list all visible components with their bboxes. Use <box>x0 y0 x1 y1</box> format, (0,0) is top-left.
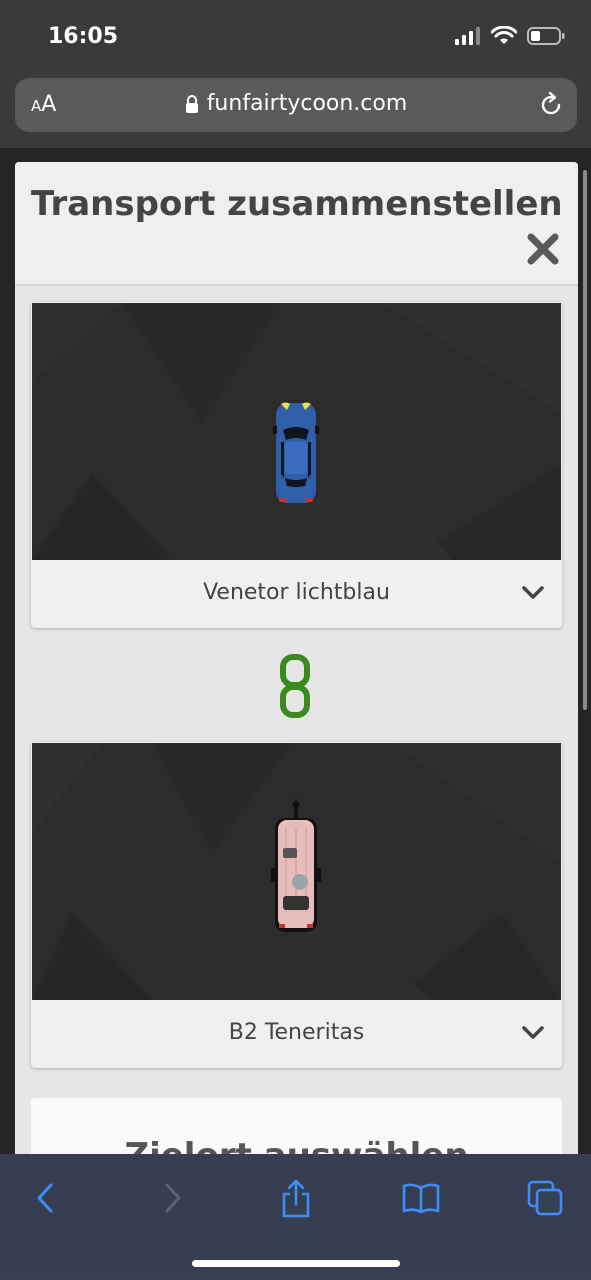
chain-link-icon <box>280 654 310 718</box>
close-icon[interactable] <box>526 232 560 266</box>
modal-title: Transport zusammenstellen <box>31 184 563 224</box>
forward-button[interactable] <box>148 1176 198 1220</box>
back-button[interactable] <box>20 1176 70 1220</box>
tabs-icon <box>527 1180 563 1216</box>
car-sprite <box>273 402 319 503</box>
status-time: 16:05 <box>48 24 119 49</box>
tabs-button[interactable] <box>521 1176 571 1220</box>
wifi-icon <box>491 26 517 44</box>
chevron-down-icon <box>522 586 544 599</box>
scrollbar[interactable] <box>583 170 587 710</box>
vehicle-card-trailer: B2 Teneritas <box>31 742 562 1068</box>
share-button[interactable] <box>271 1176 321 1220</box>
chevron-right-icon <box>165 1183 181 1213</box>
trailer-sprite <box>271 798 321 932</box>
destination-section: Zielort auswählen <box>31 1098 562 1154</box>
modal-header: Transport zusammenstellen <box>15 162 578 286</box>
vehicle-label: Venetor lichtblau <box>203 580 390 605</box>
vehicle-select-2[interactable]: B2 Teneritas <box>31 1000 562 1068</box>
url-display[interactable]: funfairtycoon.com <box>15 91 577 116</box>
share-icon <box>282 1179 310 1218</box>
vehicle-card-car: Venetor lichtblau <box>31 302 562 628</box>
home-indicator <box>192 1260 400 1267</box>
section-title: Zielort auswählen <box>31 1136 562 1154</box>
page-content: Transport zusammenstellen Venetor lichtb… <box>0 148 591 1154</box>
vehicle-preview <box>32 743 561 1000</box>
vehicle-preview <box>32 303 561 560</box>
chevron-down-icon <box>522 1026 544 1039</box>
lock-icon <box>185 94 198 113</box>
status-bar: 16:05 <box>0 0 591 72</box>
url-text: funfairtycoon.com <box>206 91 408 116</box>
chevron-left-icon <box>37 1183 53 1213</box>
status-icons <box>455 26 565 46</box>
vehicle-select-1[interactable]: Venetor lichtblau <box>31 560 562 628</box>
address-bar[interactable]: AA funfairtycoon.com <box>15 78 577 132</box>
bookmarks-button[interactable] <box>396 1176 446 1220</box>
book-icon <box>402 1183 440 1214</box>
transport-modal: Transport zusammenstellen Venetor lichtb… <box>15 162 578 1154</box>
vehicle-label: B2 Teneritas <box>228 1020 365 1045</box>
signal-icon <box>455 27 480 45</box>
browser-top-chrome: 16:05 AA funfairtycoon.com <box>0 0 591 148</box>
reload-icon[interactable] <box>537 91 565 119</box>
battery-icon <box>527 27 565 45</box>
